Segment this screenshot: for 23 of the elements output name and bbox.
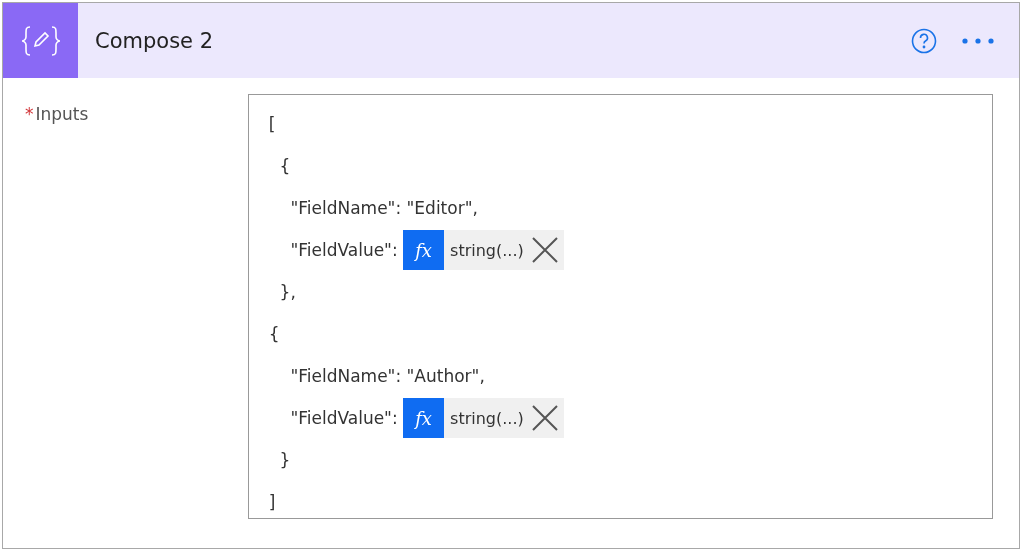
token-text: string(...) [449,408,525,428]
inputs-field[interactable]: [ { "FieldName": "Editor", "FieldValue": fx string(...) }, { "FieldName": "Author", "FieldValue": fx string(...) } ] [247,94,993,519]
code-line: { [268,324,280,344]
code-line: { [278,156,291,176]
code-line: "FieldValue": [289,240,399,260]
code-line: } [278,450,291,470]
compose-icon [3,3,78,78]
code-line: "FieldValue": [289,408,399,428]
more-options-icon[interactable] [961,36,995,45]
required-mark: * [25,104,34,124]
token-text: string(...) [449,240,525,260]
code-line: "FieldName": "Editor", [289,198,478,218]
help-icon[interactable] [911,27,937,54]
card-title: Compose 2 [95,28,215,53]
code-line: "FieldName": "Author", [289,366,485,386]
expression-token[interactable]: fx string(...) [403,398,564,438]
code-line: [ [268,114,276,134]
function-badge: fx [403,398,445,438]
code-line: ] [268,492,276,512]
field-label: Inputs [35,104,89,124]
code-line: }, [278,282,296,302]
expression-token[interactable]: fx string(...) [403,230,564,270]
function-badge: fx [403,230,445,270]
